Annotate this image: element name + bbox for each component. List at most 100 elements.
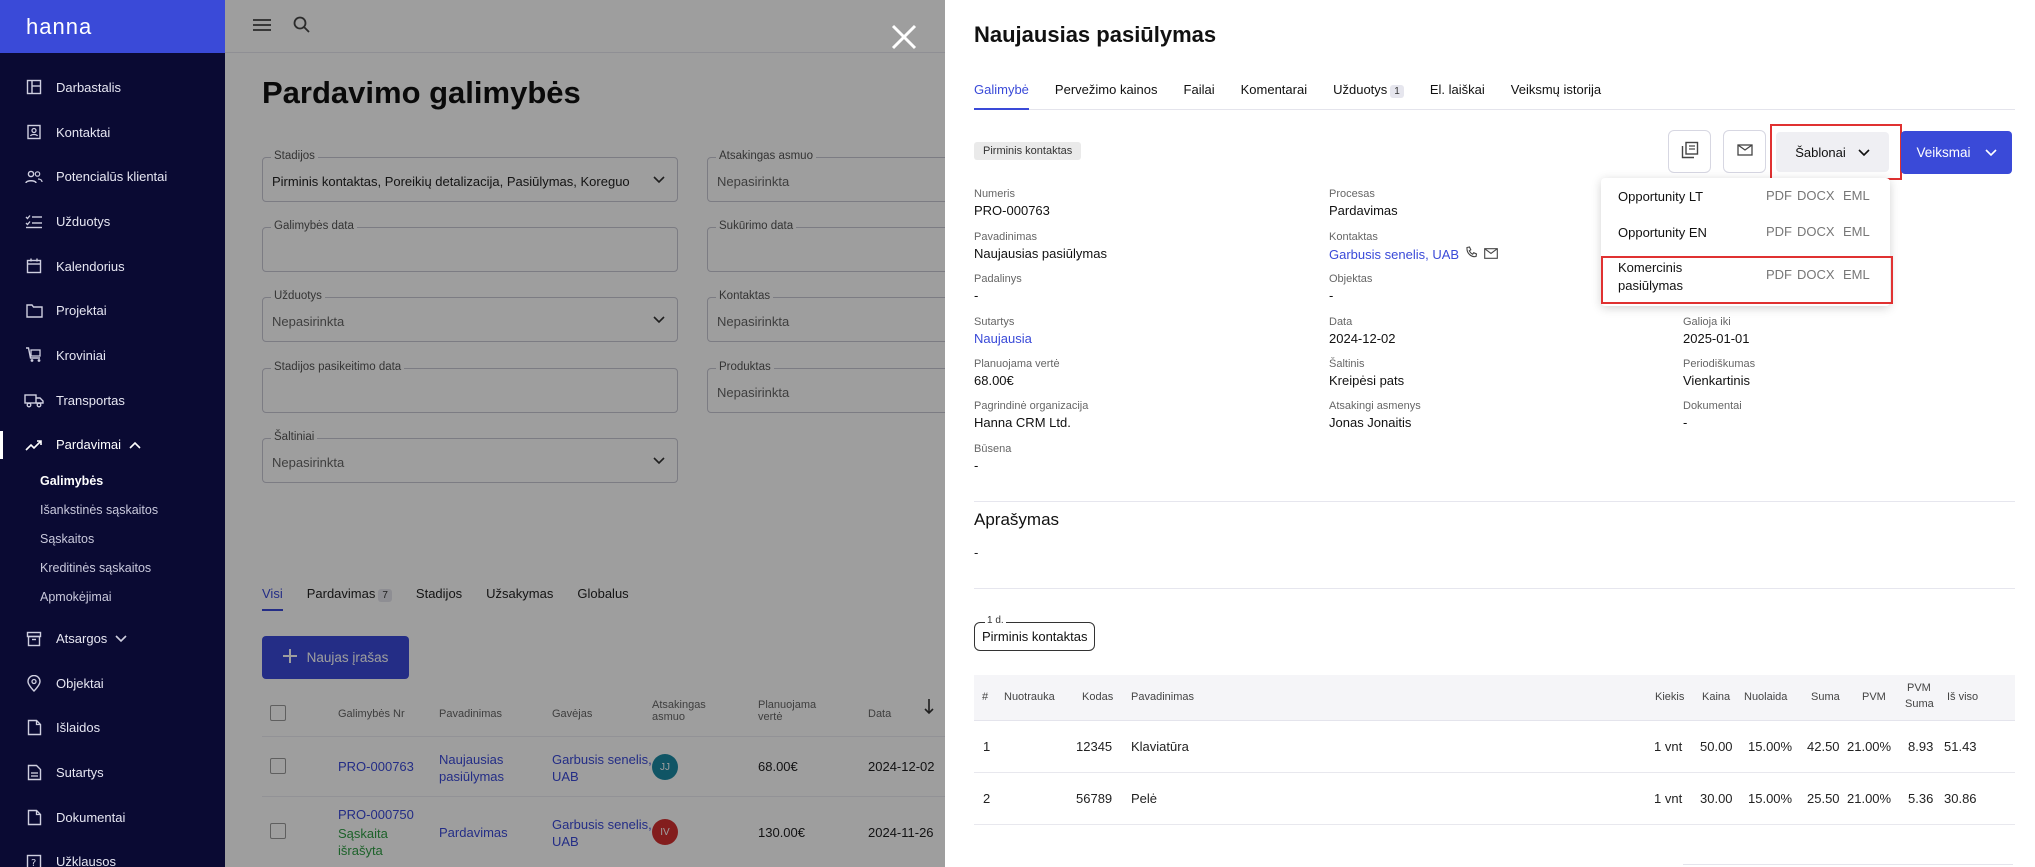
- tab-komentarai[interactable]: Komentarai: [1241, 80, 1307, 110]
- document-icon: [24, 807, 44, 827]
- truck-icon: [24, 390, 44, 410]
- tab-pervezimo-kainos[interactable]: Pervežimo kainos: [1055, 80, 1158, 110]
- template-docx-link[interactable]: DOCX: [1797, 188, 1835, 203]
- sidebar-item-sutartys[interactable]: Sutartys: [0, 750, 225, 795]
- copy-button[interactable]: [1668, 130, 1711, 173]
- phone-icon[interactable]: [1465, 246, 1478, 262]
- info-value: Vienkartinis: [1683, 373, 1750, 388]
- sidebar-item-label: Darbastalis: [56, 79, 122, 95]
- product-row[interactable]: 1 12345 Klaviatūra 1 vnt 50.00 15.00% 42…: [974, 721, 2015, 773]
- stage-name: Pirminis kontaktas: [982, 629, 1088, 644]
- stage-chip[interactable]: 1 d. Pirminis kontaktas: [974, 615, 1096, 651]
- info-procesas: Procesas Pardavimas: [1329, 188, 1398, 218]
- info-value: Naujausias pasiūlymas: [974, 246, 1107, 261]
- template-item-opportunity-en[interactable]: Opportunity EN PDF DOCX EML: [1601, 214, 1890, 250]
- cell: 51.43: [1944, 739, 1977, 754]
- sidebar-item-label: Pardavimai: [56, 437, 122, 453]
- info-busena: Būsena -: [974, 443, 1011, 473]
- drawer-tabs: Galimybė Pervežimo kainos Failai Komenta…: [974, 80, 2015, 110]
- template-item-opportunity-lt[interactable]: Opportunity LT PDF DOCX EML: [1601, 178, 1890, 214]
- sidebar-item-dokumentai[interactable]: Dokumentai: [0, 795, 225, 840]
- divider: [974, 501, 2015, 502]
- info-label: Būsena: [974, 443, 1012, 455]
- mail-icon[interactable]: [1484, 247, 1498, 262]
- info-value: Jonas Jonaitis: [1329, 415, 1412, 430]
- sidebar-item-uzduotys[interactable]: Užduotys: [0, 199, 225, 244]
- sidebar-item-kalendorius[interactable]: Kalendorius: [0, 244, 225, 289]
- column-header: PVM: [1907, 682, 1931, 694]
- chevron-up-icon[interactable]: [129, 437, 141, 452]
- contract-link[interactable]: Naujausia: [974, 331, 1032, 346]
- cell: 1 vnt: [1654, 791, 1683, 806]
- sidebar-item-projektai[interactable]: Projektai: [0, 288, 225, 333]
- tasks-icon: [24, 211, 44, 231]
- cell: 2: [983, 791, 991, 806]
- modal-backdrop[interactable]: [225, 0, 945, 867]
- folder-icon: [24, 301, 44, 321]
- template-eml-link[interactable]: EML: [1843, 188, 1870, 203]
- sidebar-item-label: Potencialūs klientai: [56, 169, 168, 185]
- product-row[interactable]: 2 56789 Pelė 1 vnt 30.00 15.00% 25.50 21…: [974, 773, 2015, 825]
- leads-icon: [24, 167, 44, 187]
- cell: 21.00%: [1847, 739, 1892, 754]
- sidebar-item-islaidos[interactable]: Išlaidos: [0, 706, 225, 751]
- sidebar-item-label: Dokumentai: [56, 809, 126, 825]
- chevron-down-icon[interactable]: [115, 631, 127, 646]
- template-pdf-link[interactable]: PDF: [1766, 224, 1792, 239]
- close-icon[interactable]: [889, 22, 919, 52]
- tab-galimybe[interactable]: Galimybė: [974, 80, 1029, 110]
- sidebar-item-label: Atsargos: [56, 631, 108, 647]
- info-numeris: Numeris PRO-000763: [974, 188, 1050, 218]
- sidebar-item-label: Išlaidos: [56, 720, 101, 736]
- sidebar-item-kontaktai[interactable]: Kontaktai: [0, 110, 225, 155]
- column-header: Nuolaida: [1744, 691, 1788, 703]
- sidebar-item-pardavimai[interactable]: Pardavimai: [0, 423, 225, 468]
- cell: 1: [983, 739, 991, 754]
- tab-el-laiskai[interactable]: El. laiškai: [1430, 80, 1485, 110]
- subnav-kreditines[interactable]: Kreditinės sąskaitos: [40, 554, 225, 583]
- sidebar-item-uzklausos[interactable]: ? Užklausos: [0, 840, 225, 867]
- sidebar-item-transportas[interactable]: Transportas: [0, 378, 225, 423]
- sidebar-item-darbastalis[interactable]: Darbastalis: [0, 65, 225, 110]
- info-value: Pardavimas: [1329, 203, 1398, 218]
- svg-text:?: ?: [31, 858, 36, 867]
- tab-failai[interactable]: Failai: [1184, 80, 1215, 110]
- info-label: Pagrindinė organizacija: [974, 400, 1089, 412]
- cell: 25.50: [1807, 791, 1840, 806]
- sidebar-item-kroviniai[interactable]: Kroviniai: [0, 333, 225, 378]
- email-button[interactable]: [1723, 130, 1766, 173]
- logo-bar: hanna: [0, 0, 225, 53]
- subnav-galimybes[interactable]: Galimybės: [40, 467, 225, 496]
- info-label: Objektas: [1329, 273, 1373, 285]
- app-logo[interactable]: hanna: [26, 14, 92, 39]
- tab-veiksmu-istorija[interactable]: Veiksmų istorija: [1511, 80, 1601, 110]
- cell: 15.00%: [1748, 791, 1793, 806]
- info-label: Pavadinimas: [974, 231, 1037, 243]
- column-header: Suma: [1905, 698, 1934, 710]
- sidebar-item-atsargos[interactable]: Atsargos: [0, 616, 225, 661]
- info-value: 68.00€: [974, 373, 1014, 388]
- info-label: Procesas: [1329, 188, 1375, 200]
- template-docx-link[interactable]: DOCX: [1797, 224, 1835, 239]
- info-label: Atsakingi asmenys: [1329, 400, 1421, 412]
- cell: 21.00%: [1847, 791, 1892, 806]
- contract-icon: [24, 763, 44, 783]
- subnav-isankstines[interactable]: Išankstinės sąskaitos: [40, 496, 225, 525]
- sidebar-item-label: Užduotys: [56, 213, 111, 229]
- template-eml-link[interactable]: EML: [1843, 224, 1870, 239]
- mail-icon: [1736, 144, 1753, 159]
- sidebar-item-label: Projektai: [56, 303, 107, 319]
- drawer-title: Naujausias pasiūlymas: [974, 22, 1217, 47]
- sidebar-item-objektai[interactable]: Objektai: [0, 661, 225, 706]
- template-pdf-link[interactable]: PDF: [1766, 188, 1792, 203]
- chevron-down-icon: [1984, 145, 1997, 160]
- sidebar-item-potencialus-klientai[interactable]: Potencialūs klientai: [0, 154, 225, 199]
- tab-uzduotys[interactable]: Užduotys 1: [1333, 80, 1404, 110]
- subnav-saskaitos[interactable]: Sąskaitos: [40, 525, 225, 554]
- tab-label: Užduotys: [1333, 82, 1388, 97]
- subnav-apmokejimai[interactable]: Apmokėjimai: [40, 583, 225, 612]
- contact-link[interactable]: Garbusis senelis, UAB: [1329, 247, 1459, 262]
- actions-button[interactable]: Veiksmai: [1901, 131, 2012, 174]
- sidebar-item-label: Užklausos: [56, 854, 116, 867]
- cell: 15.00%: [1748, 739, 1793, 754]
